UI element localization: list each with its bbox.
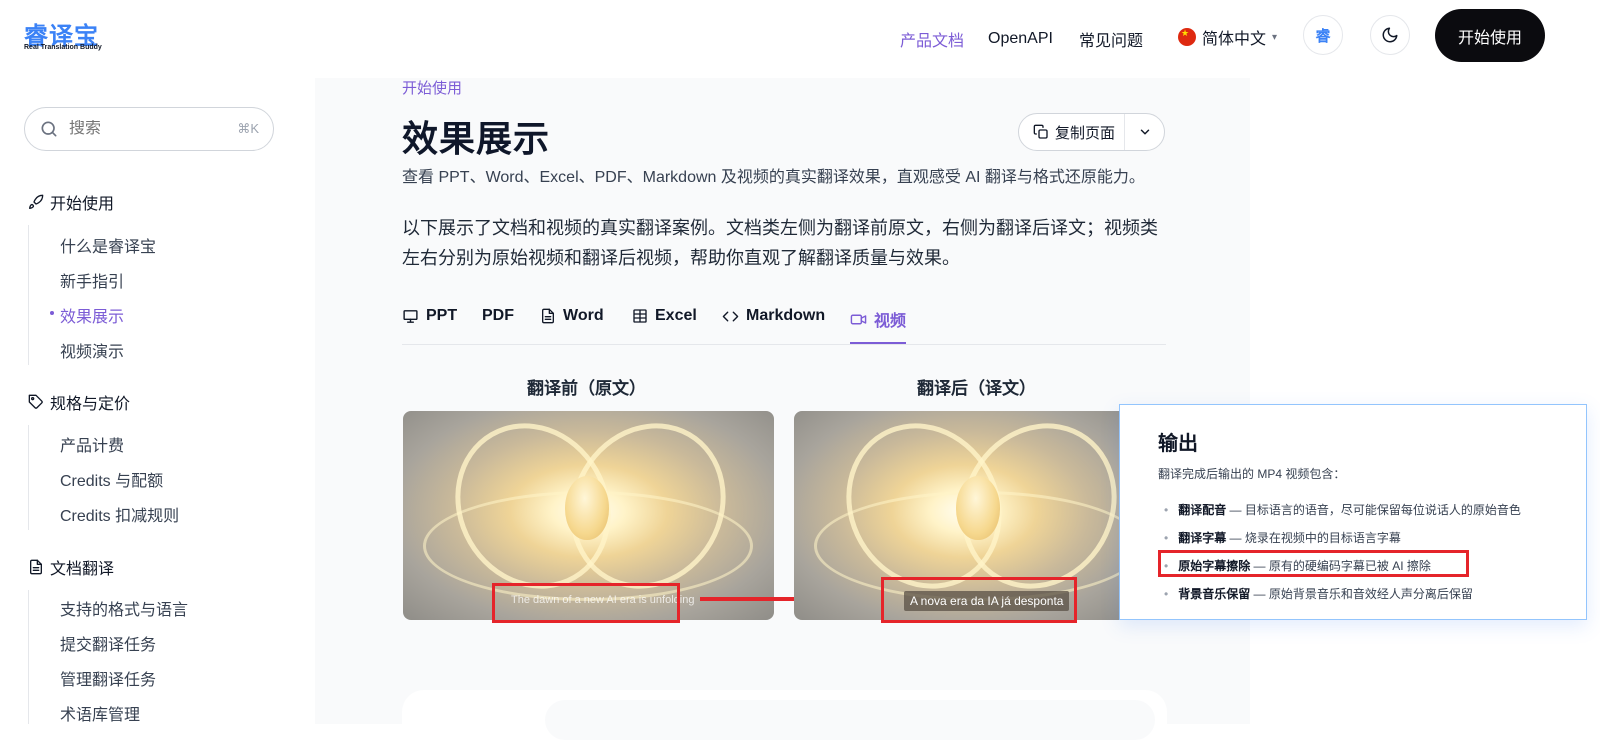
top-header: 睿译宝 Real Translation Buddy 产品文档 OpenAPI … <box>0 0 1600 78</box>
copy-page-button[interactable]: 复制页面 <box>1019 114 1125 150</box>
output-item-title: 翻译字幕 <box>1178 531 1227 545</box>
tab-label: Word <box>563 307 604 324</box>
logo-subtitle: Real Translation Buddy <box>24 44 102 51</box>
chevron-down-icon: ▾ <box>1272 31 1278 43</box>
sidebar-section-getting-started[interactable]: 开始使用 <box>28 190 114 214</box>
sidebar-section-label: 开始使用 <box>50 196 115 213</box>
sidebar-item-billing[interactable]: 产品计费 <box>60 432 124 456</box>
tab-markdown[interactable]: Markdown <box>722 307 825 325</box>
highlight-box-translated-subtitle <box>881 577 1077 623</box>
sidebar-section-pricing[interactable]: 规格与定价 <box>28 390 130 414</box>
code-icon <box>722 311 739 321</box>
sidebar-divider <box>28 590 29 724</box>
china-flag-icon <box>1178 28 1196 46</box>
document-icon <box>30 559 42 575</box>
active-tab-indicator <box>850 342 906 344</box>
presentation-icon <box>403 309 418 323</box>
output-item-bgm: • 背景音乐保留 — 原始背景音乐和音效经人声分离后保留 <box>1164 587 1473 601</box>
rocket-icon <box>29 194 44 209</box>
chevron-down-icon <box>1140 129 1149 135</box>
breadcrumb[interactable]: 开始使用 <box>402 77 462 98</box>
search-icon <box>41 121 57 137</box>
sidebar-section-label: 规格与定价 <box>50 396 131 413</box>
sidebar-item-credits-rules[interactable]: Credits 扣减规则 <box>60 502 179 526</box>
sidebar-item-glossary[interactable]: 术语库管理 <box>60 701 140 725</box>
sidebar-section-label: 文档翻译 <box>50 561 115 578</box>
output-popover: 输出 翻译完成后输出的 MP4 视频包含： • 翻译配音 — 目标语言的语音，尽可… <box>1119 404 1587 620</box>
logo[interactable]: 睿译宝 Real Translation Buddy <box>24 16 124 56</box>
output-item-title: 翻译配音 <box>1178 503 1227 517</box>
sidebar-section-doc-translation[interactable]: 文档翻译 <box>28 555 114 579</box>
nav-openapi[interactable]: OpenAPI <box>988 24 1053 54</box>
theme-toggle-button[interactable] <box>1370 15 1410 55</box>
video-icon <box>850 314 867 324</box>
tab-excel[interactable]: Excel <box>632 307 697 325</box>
next-content-inner <box>545 700 1155 740</box>
search-shortcut: ⌘K <box>237 121 259 136</box>
table-icon <box>633 309 647 323</box>
highlight-box-erase-item <box>1158 550 1469 577</box>
nav-docs[interactable]: 产品文档 <box>900 24 964 54</box>
search-box[interactable]: ⌘K <box>24 107 274 151</box>
page-title: 效果展示 <box>402 119 551 160</box>
sidebar-item-what-is[interactable]: 什么是睿译宝 <box>60 233 156 257</box>
sidebar-divider <box>28 425 29 530</box>
tag-icon <box>28 394 43 409</box>
file-text-icon <box>542 308 554 324</box>
sidebar-item-credits-quota[interactable]: Credits 与配额 <box>60 467 163 491</box>
copy-page-label: 复制页面 <box>1055 124 1116 142</box>
sidebar-item-formats[interactable]: 支持的格式与语言 <box>60 596 188 620</box>
tab-pdf[interactable]: PDF <box>482 307 514 325</box>
tab-label: 视频 <box>874 313 907 330</box>
output-item-text: — 目标语言的语音，尽可能保留每位说话人的原始音色 <box>1226 503 1521 517</box>
avatar[interactable]: 睿 <box>1303 15 1343 55</box>
start-button[interactable]: 开始使用 <box>1435 9 1545 62</box>
sidebar-item-submit-task[interactable]: 提交翻译任务 <box>60 631 156 655</box>
sidebar-item-showcase[interactable]: 效果展示 <box>60 303 124 327</box>
copy-icon <box>1033 124 1048 139</box>
nav-faq[interactable]: 常见问题 <box>1079 24 1143 54</box>
copy-options-dropdown[interactable] <box>1125 125 1164 139</box>
output-item-text: — 烧录在视频中的目标语言字幕 <box>1226 531 1401 545</box>
golden-egg <box>565 476 609 540</box>
sidebar-item-guide[interactable]: 新手指引 <box>60 268 124 292</box>
moon-icon <box>1382 27 1398 43</box>
column-heading-after: 翻译后（译文） <box>917 379 1036 398</box>
search-input[interactable] <box>69 120 219 138</box>
sidebar-divider <box>28 225 29 365</box>
tab-label: PPT <box>426 307 458 324</box>
output-item-subtitles: • 翻译字幕 — 烧录在视频中的目标语言字幕 <box>1164 531 1401 545</box>
intro-paragraph: 以下展示了文档和视频的真实翻译案例。文档类左侧为翻译前原文，右侧为翻译后译文；视… <box>402 218 1158 268</box>
language-label: 简体中文 <box>1202 31 1267 48</box>
tab-label: PDF <box>482 307 514 324</box>
sidebar-item-manage-task[interactable]: 管理翻译任务 <box>60 666 156 690</box>
tab-video[interactable]: 视频 <box>850 307 906 331</box>
output-item-title: 背景音乐保留 <box>1178 587 1251 601</box>
golden-egg <box>956 476 1000 540</box>
sidebar-item-video-demo[interactable]: 视频演示 <box>60 338 124 362</box>
tab-ppt[interactable]: PPT <box>402 307 457 325</box>
output-title: 输出 <box>1158 433 1198 455</box>
copy-page-group: 复制页面 <box>1018 113 1165 151</box>
tab-word[interactable]: Word <box>540 307 604 325</box>
active-dot <box>50 311 54 315</box>
output-description: 翻译完成后输出的 MP4 视频包含： <box>1158 467 1346 481</box>
page-description: 查看 PPT、Word、Excel、PDF、Markdown 及视频的真实翻译效… <box>402 169 1145 186</box>
format-tabs: PPT PDF Word Excel Markdown 视频 <box>402 295 1166 345</box>
column-heading-before: 翻译前（原文） <box>527 379 646 398</box>
tab-label: Excel <box>655 307 697 324</box>
highlight-box-original-subtitle <box>492 583 680 623</box>
output-item-text: — 原始背景音乐和音效经人声分离后保留 <box>1250 587 1473 601</box>
output-item-dubbing: • 翻译配音 — 目标语言的语音，尽可能保留每位说话人的原始音色 <box>1164 503 1521 517</box>
language-selector[interactable]: 简体中文 ▾ <box>1178 22 1277 52</box>
tab-label: Markdown <box>746 307 826 324</box>
